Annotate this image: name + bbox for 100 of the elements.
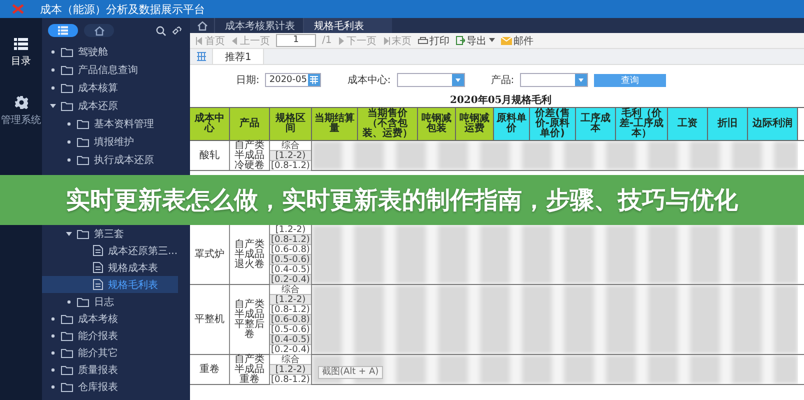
product-label: 产品: [490,74,514,87]
folder-icon [77,228,89,238]
bullet-icon[interactable] [50,366,56,372]
tree-item[interactable]: 规格毛利表 [42,276,178,293]
caret-icon[interactable] [50,103,56,109]
folder-icon [61,83,73,93]
bullet-icon[interactable] [66,298,72,304]
tree-item[interactable]: 驾驶舱 [42,43,178,61]
page-field[interactable]: 1 [276,34,316,47]
printer-icon [418,36,428,44]
export-button[interactable]: 导出 [456,34,495,48]
bullet-icon[interactable] [50,350,56,356]
bullet-icon[interactable] [50,67,56,73]
link-icon[interactable] [172,26,182,36]
tree-item[interactable]: 规格成本表 [42,259,178,276]
bullet-icon[interactable] [50,49,56,55]
table-cell: 综合 [270,285,311,295]
product-dropdown[interactable] [520,73,588,87]
tree-item[interactable]: 能介其它 [42,344,178,361]
view-toggle[interactable] [84,24,114,37]
table-cell: [0.5-0.6) [270,325,311,335]
column-header: 吨钢减运费 [456,108,494,140]
bullet-icon[interactable] [50,316,56,322]
view-toggle[interactable] [48,24,78,37]
date-field[interactable]: 2020-05 [265,73,322,87]
table-cell: 综合 [270,141,311,151]
caret-icon [454,77,461,83]
tree-item[interactable]: 第三套 [42,225,178,242]
column-header: 吨钢减包装 [418,108,456,140]
rail-item[interactable]: 管理系统 [0,94,43,129]
calendar-icon [310,76,318,84]
column-header: 毛利（价差-工序成本） [616,108,668,140]
bullet-icon[interactable] [66,139,72,145]
tree-item[interactable]: 产品信息查询 [42,61,178,79]
table-cell: [0.2-0.4) [270,345,311,355]
cost-center-label: 成本中心: [347,74,391,87]
caret-icon [488,38,495,43]
logo-icon [12,3,24,15]
search-icon[interactable] [156,26,166,36]
tree-item[interactable]: 成本核算 [42,79,178,97]
mail-button[interactable]: 邮件 [500,34,534,48]
folder-icon [61,348,73,358]
table-cell: 综合 [270,355,311,365]
bullet-icon[interactable] [66,157,72,163]
previous-arrow-icon [231,36,238,44]
table-cell: [0.2-0.4) [270,275,311,285]
table-cell: [1.2-2) [270,225,311,235]
tooltip: 截图(Alt + A) [318,366,383,379]
tab[interactable]: 规格毛利表 [303,18,392,33]
folder-icon [61,314,73,324]
table-cell: [0.6-0.8) [270,315,311,325]
document-icon [93,245,103,256]
previous-arrow-icon [196,36,203,44]
home-icon[interactable] [196,20,208,30]
print-button[interactable]: 打印 [418,34,450,48]
column-header: 当期售价（不含包装、运费） [358,108,418,140]
cost-center-dropdown[interactable] [396,73,465,87]
export-icon [456,36,465,45]
table-cell: [0.8-1.2) [270,375,311,385]
folder-icon [61,330,73,340]
bullet-icon[interactable] [66,121,72,127]
tree-item[interactable]: 日志 [42,293,178,310]
table-cell: [0.4-0.5) [270,265,311,275]
caret-icon[interactable] [66,230,72,236]
column-header: 当期结算量 [312,108,358,140]
date-label: 日期: [236,74,260,87]
tree-item[interactable]: 填报维护 [42,133,178,151]
next-arrow-icon [338,36,345,44]
tree-item[interactable]: 执行成本还原 [42,151,178,169]
table-cell: [0.4-0.5) [270,335,311,345]
tree-item[interactable]: 仓库报表 [42,378,178,395]
folder-icon [61,101,73,111]
list-icon [58,26,68,35]
tree-item[interactable]: 能介报表 [42,327,178,344]
report-tab[interactable]: 推荐1 [212,49,264,64]
table-cell: [0.6-0.8) [270,245,311,255]
folder-icon [61,47,73,57]
window-title: 成本（能源）分析及数据展示平台 [40,2,205,16]
home-icon [94,26,104,36]
bullet-icon[interactable] [50,332,56,338]
column-header: 边际利润 [748,108,798,140]
folder-icon [77,137,89,147]
rail-item[interactable]: 目录 [9,36,33,70]
table-cell: [1.2-2) [270,295,311,305]
column-header: 原料单价 [494,108,530,140]
bullet-icon[interactable] [50,85,56,91]
folder-icon [77,296,89,306]
banner-title: 实时更新表怎么做，实时更新表的制作指南，步骤、技巧与优化 [66,185,738,216]
column-header: 工序成本 [576,108,616,140]
tree-item[interactable]: 成本考核 [42,310,178,327]
envelope-icon [500,36,512,44]
table-cell: [1.2-2) [270,151,311,161]
tree-item[interactable]: 成本还原 [42,97,178,115]
tree-item[interactable]: 基本资料管理 [42,115,178,133]
table-title: 2020年05月规格毛利 [450,95,552,106]
bullet-icon[interactable] [50,384,56,390]
caret-icon [578,77,584,83]
tree-item[interactable]: 质量报表 [42,361,178,378]
column-header: 工资 [668,108,708,140]
tree-item[interactable]: 成本还原第三... [42,242,178,259]
